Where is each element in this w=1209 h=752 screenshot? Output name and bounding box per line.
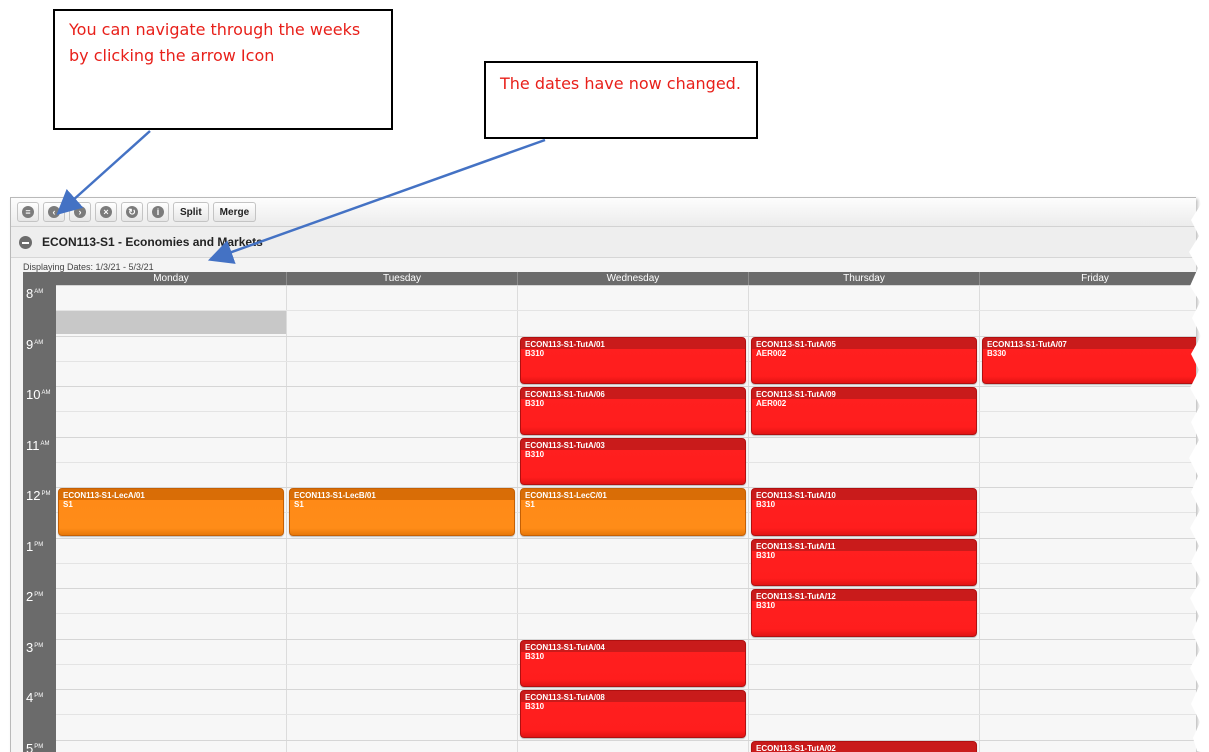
- day-divider: [286, 285, 287, 752]
- class-event[interactable]: ECON113-S1-TutA/02: [751, 741, 977, 752]
- display-dates: Displaying Dates: 1/3/21 - 5/3/21: [23, 262, 154, 272]
- event-room: B310: [752, 500, 976, 509]
- event-title: ECON113-S1-TutA/07: [983, 338, 1196, 349]
- event-title: ECON113-S1-TutA/11: [752, 540, 976, 551]
- event-title: ECON113-S1-TutA/10: [752, 489, 976, 500]
- time-gridline: [56, 588, 1196, 589]
- time-gridline: [56, 740, 1196, 741]
- event-title: ECON113-S1-TutA/04: [521, 641, 745, 652]
- event-room: B310: [521, 702, 745, 711]
- event-title: ECON113-S1-TutA/02: [752, 742, 976, 752]
- time-gridline: [56, 310, 1196, 311]
- time-column: 8AM 9AM 10AM 11AM 12PM 1PM 2PM 3PM 4PM 5PM: [23, 285, 56, 752]
- hour-label: 4PM: [26, 691, 43, 704]
- callout-navigate-text: You can navigate through the weeks by cl…: [69, 20, 360, 65]
- hour-label: 1PM: [26, 540, 43, 553]
- event-room: B310: [752, 601, 976, 610]
- close-icon: ×: [100, 206, 112, 218]
- time-gridline: [56, 285, 1196, 286]
- event-title: ECON113-S1-TutA/09: [752, 388, 976, 399]
- time-gridline: [56, 613, 1196, 614]
- class-event[interactable]: ECON113-S1-TutA/01B310: [520, 337, 746, 385]
- menu-button[interactable]: ≡: [17, 202, 39, 222]
- split-button[interactable]: Split: [173, 202, 209, 222]
- menu-icon: ≡: [22, 206, 34, 218]
- event-room: S1: [59, 500, 283, 509]
- event-room: B310: [521, 450, 745, 459]
- hour-label: 2PM: [26, 590, 43, 603]
- hour-label: 10AM: [26, 388, 50, 401]
- event-room: B310: [521, 399, 745, 408]
- info-icon: i: [152, 206, 164, 218]
- event-room: AER002: [752, 399, 976, 408]
- class-event[interactable]: ECON113-S1-LecC/01S1: [520, 488, 746, 536]
- collapse-icon[interactable]: [19, 236, 32, 249]
- event-title: ECON113-S1-LecB/01: [290, 489, 514, 500]
- next-week-button[interactable]: ›: [69, 202, 91, 222]
- class-event[interactable]: ECON113-S1-TutA/05AER002: [751, 337, 977, 385]
- event-room: B310: [752, 551, 976, 560]
- next-week-icon: ›: [74, 206, 86, 218]
- event-room: AER002: [752, 349, 976, 358]
- hour-label: 11AM: [26, 439, 50, 452]
- time-gridline: [56, 563, 1196, 564]
- class-event[interactable]: ECON113-S1-TutA/08B310: [520, 690, 746, 738]
- class-event[interactable]: ECON113-S1-TutA/04B310: [520, 640, 746, 688]
- prev-week-button[interactable]: ‹: [43, 202, 65, 222]
- hour-label: 8AM: [26, 287, 43, 300]
- day-header-wednesday: Wednesday: [518, 272, 749, 285]
- refresh-button[interactable]: ↻: [121, 202, 143, 222]
- event-title: ECON113-S1-TutA/12: [752, 590, 976, 601]
- class-event[interactable]: ECON113-S1-TutA/07B330: [982, 337, 1196, 385]
- unavailable-block: [56, 310, 286, 334]
- event-title: ECON113-S1-TutA/03: [521, 439, 745, 450]
- event-title: ECON113-S1-TutA/05: [752, 338, 976, 349]
- day-header-monday: Monday: [56, 272, 287, 285]
- timetable-window: ≡ ‹ › × ↻ i Split Merge ECON113-S1 - Eco…: [10, 197, 1196, 752]
- toolbar: ≡ ‹ › × ↻ i Split Merge: [11, 198, 1196, 227]
- day-divider: [517, 285, 518, 752]
- event-room: B330: [983, 349, 1196, 358]
- event-title: ECON113-S1-TutA/06: [521, 388, 745, 399]
- info-button[interactable]: i: [147, 202, 169, 222]
- prev-week-icon: ‹: [48, 206, 60, 218]
- event-title: ECON113-S1-TutA/08: [521, 691, 745, 702]
- event-room: S1: [290, 500, 514, 509]
- class-event[interactable]: ECON113-S1-TutA/06B310: [520, 387, 746, 435]
- event-room: B310: [521, 349, 745, 358]
- event-room: S1: [521, 500, 745, 509]
- callout-dates-text: The dates have now changed.: [500, 74, 741, 93]
- event-title: ECON113-S1-LecA/01: [59, 489, 283, 500]
- merge-button[interactable]: Merge: [213, 202, 256, 222]
- class-event[interactable]: ECON113-S1-TutA/11B310: [751, 539, 977, 587]
- course-header: ECON113-S1 - Economies and Markets: [11, 227, 1196, 258]
- class-event[interactable]: ECON113-S1-TutA/09AER002: [751, 387, 977, 435]
- hour-label: 9AM: [26, 338, 43, 351]
- day-header-row: MondayTuesdayWednesdayThursdayFriday: [23, 272, 1196, 285]
- week-calendar: MondayTuesdayWednesdayThursdayFriday 8AM…: [23, 272, 1196, 752]
- close-button[interactable]: ×: [95, 202, 117, 222]
- time-gridline: [56, 538, 1196, 539]
- callout-dates-changed: The dates have now changed.: [484, 61, 758, 139]
- day-header-tuesday: Tuesday: [287, 272, 518, 285]
- callout-navigate-weeks: You can navigate through the weeks by cl…: [53, 9, 393, 130]
- event-title: ECON113-S1-LecC/01: [521, 489, 745, 500]
- class-event[interactable]: ECON113-S1-LecA/01S1: [58, 488, 284, 536]
- hour-label: 12PM: [26, 489, 50, 502]
- calendar-grid: ECON113-S1-TutA/01B310ECON113-S1-TutA/06…: [56, 285, 1196, 752]
- hour-label: 5PM: [26, 742, 43, 752]
- day-divider: [748, 285, 749, 752]
- class-event[interactable]: ECON113-S1-TutA/03B310: [520, 438, 746, 486]
- course-title: ECON113-S1 - Economies and Markets: [42, 235, 263, 249]
- class-event[interactable]: ECON113-S1-TutA/12B310: [751, 589, 977, 637]
- event-room: B310: [521, 652, 745, 661]
- hour-label: 3PM: [26, 641, 43, 654]
- day-header-thursday: Thursday: [749, 272, 980, 285]
- class-event[interactable]: ECON113-S1-TutA/10B310: [751, 488, 977, 536]
- class-event[interactable]: ECON113-S1-LecB/01S1: [289, 488, 515, 536]
- day-header-friday: Friday: [980, 272, 1196, 285]
- refresh-icon: ↻: [126, 206, 138, 218]
- event-title: ECON113-S1-TutA/01: [521, 338, 745, 349]
- day-divider: [979, 285, 980, 752]
